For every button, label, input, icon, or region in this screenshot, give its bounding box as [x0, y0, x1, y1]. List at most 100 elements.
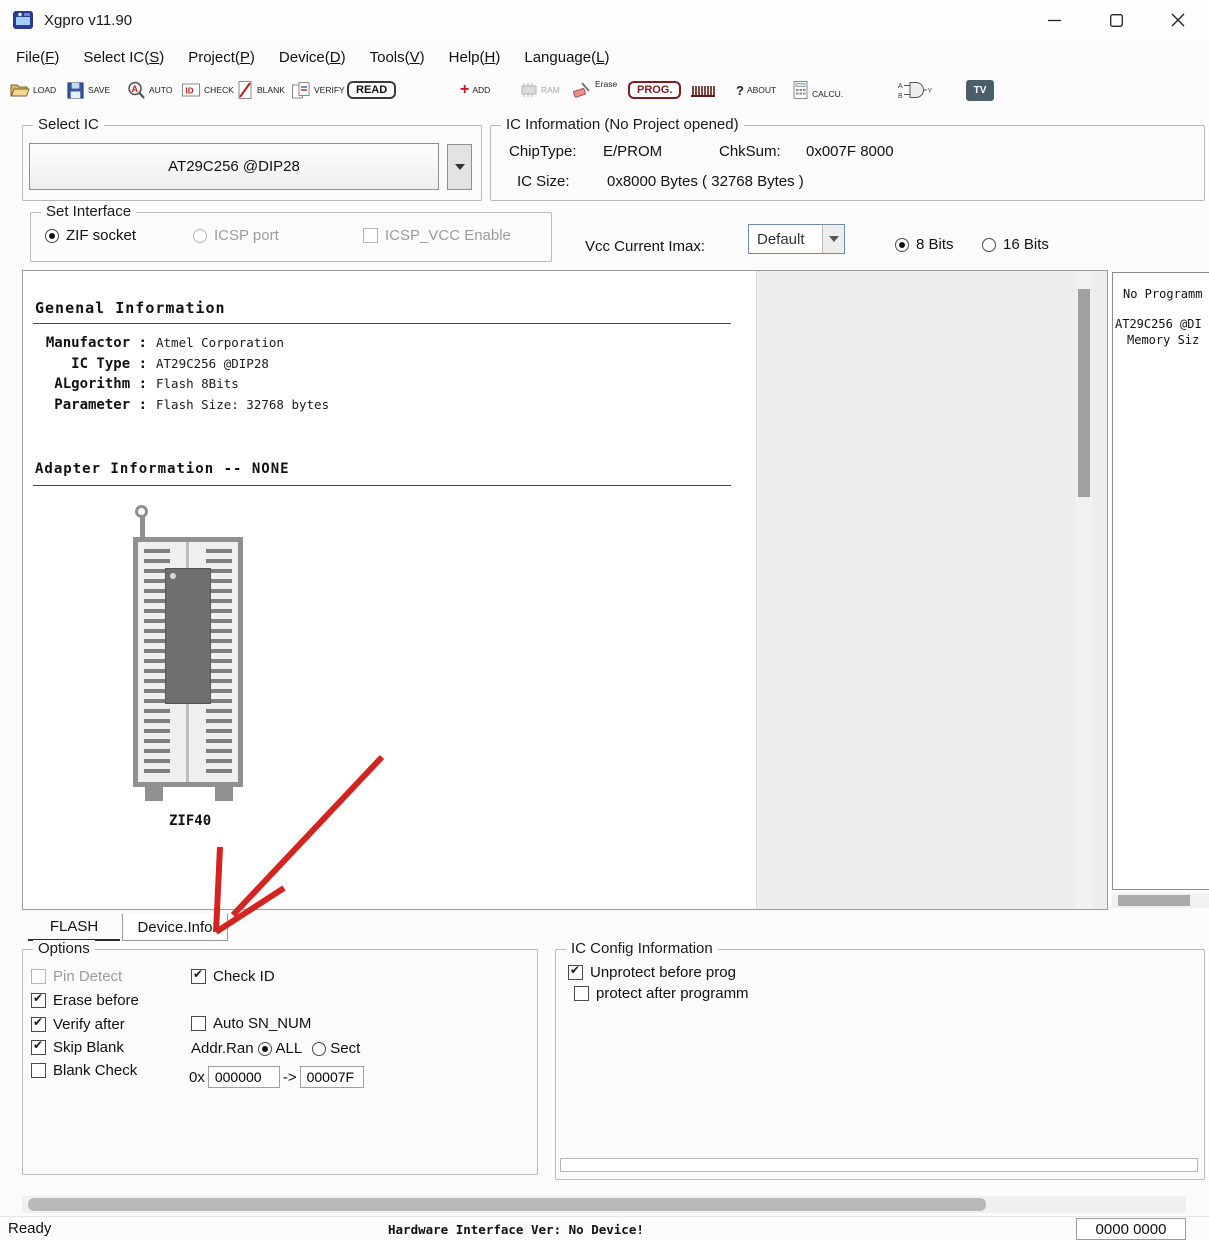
menubar: File(F) Select IC(S) Project(P) Device(D…	[0, 40, 1209, 74]
toolbar: LOAD SAVE A AUTO ID CHECK BLANK VERIFY R…	[0, 74, 1209, 106]
minimize-button[interactable]	[1023, 0, 1085, 40]
tv-button[interactable]: TV	[966, 77, 994, 103]
tab-flash[interactable]: FLASH	[28, 914, 120, 941]
range-start-input[interactable]	[208, 1066, 280, 1088]
checkbox-icon	[568, 965, 583, 980]
check-id-button[interactable]: ID CHECK	[181, 77, 234, 103]
ic-config-scrollbar[interactable]	[560, 1158, 1198, 1172]
bits-16-radio[interactable]: 16 Bits	[982, 236, 1049, 253]
question-icon: ?	[736, 83, 744, 98]
scrollbar-thumb[interactable]	[28, 1198, 986, 1211]
menu-file[interactable]: File(F)	[4, 45, 71, 70]
addr-all-radio[interactable]	[258, 1042, 272, 1056]
svg-text:ID: ID	[186, 87, 194, 96]
auto-icon: A	[126, 80, 146, 100]
icsp-port-radio: ICSP port	[193, 227, 279, 244]
menu-project[interactable]: Project(P)	[176, 45, 267, 70]
erase-before-checkbox[interactable]: Erase before	[31, 992, 139, 1009]
programmer-info-panel: No Programm AT29C256 @DI Memory Siz	[1112, 272, 1209, 890]
chiptype-label: ChipType:	[509, 143, 577, 160]
logic-test-button[interactable]: AB Y	[898, 77, 932, 103]
radio-icon	[895, 238, 909, 252]
protect-after-checkbox[interactable]: protect after programm	[574, 985, 749, 1002]
range-end-input[interactable]	[300, 1066, 364, 1088]
eraser-icon	[572, 80, 592, 100]
general-info-title: Genenal Information	[35, 299, 226, 317]
add-button[interactable]: + ADD	[460, 77, 490, 103]
info-row: Manufactor :Atmel Corporation	[35, 335, 329, 356]
info-panel-secondary-area	[756, 271, 1107, 909]
unprotect-before-checkbox[interactable]: Unprotect before prog	[568, 964, 736, 981]
floppy-icon	[66, 81, 85, 100]
tv-icon: TV	[966, 80, 994, 101]
open-folder-icon	[10, 80, 30, 100]
divider	[33, 485, 731, 486]
menu-select-ic[interactable]: Select IC(S)	[71, 45, 176, 70]
auto-button[interactable]: A AUTO	[126, 77, 172, 103]
svg-text:Y: Y	[928, 88, 933, 95]
scrollbar-thumb[interactable]	[1078, 289, 1090, 497]
addr-range-label: Addr.Ran	[191, 1040, 254, 1057]
save-button[interactable]: SAVE	[66, 77, 110, 103]
inserted-chip	[165, 568, 211, 704]
info-row: ALgorithm :Flash 8Bits	[35, 376, 329, 397]
addr-sect-radio[interactable]	[312, 1042, 326, 1056]
checkbox-icon	[31, 993, 46, 1008]
skip-blank-checkbox[interactable]: Skip Blank	[31, 1039, 124, 1056]
adapter-info-title: Adapter Information -- NONE	[35, 461, 290, 477]
blank-check-checkbox[interactable]: Blank Check	[31, 1062, 137, 1079]
ram-button: RAM	[520, 77, 560, 103]
menu-help[interactable]: Help(H)	[437, 45, 513, 70]
info-panel-scrollbar[interactable]	[1076, 271, 1092, 909]
verify-after-checkbox[interactable]: Verify after	[31, 1016, 125, 1033]
app-icon	[12, 9, 34, 31]
addr-range-row: Addr.Ran ALL Sect	[191, 1040, 360, 1057]
erase-button[interactable]: Erase	[572, 77, 617, 103]
menu-tools[interactable]: Tools(V)	[358, 45, 437, 70]
blank-button[interactable]: BLANK	[236, 77, 285, 103]
calcu-button[interactable]: CALCU.	[792, 77, 843, 103]
load-button[interactable]: LOAD	[10, 77, 56, 103]
tab-device-info[interactable]: Device.Info	[122, 914, 228, 941]
maximize-button[interactable]	[1085, 0, 1147, 40]
programmer-panel-scrollbar[interactable]	[1112, 893, 1209, 908]
range-arrow-label: ->	[283, 1069, 297, 1086]
auto-sn-checkbox[interactable]: Auto SN_NUM	[191, 1015, 311, 1032]
svg-text:B: B	[898, 93, 903, 100]
app-window: Xgpro v11.90 File(F) Select IC(S) Projec…	[0, 0, 1209, 1240]
ic-test-button[interactable]	[690, 77, 716, 103]
ic-info-group: IC Information (No Project opened) ChipT…	[490, 125, 1205, 201]
checkbox-icon	[191, 1016, 206, 1031]
checkbox-icon	[574, 986, 589, 1001]
icsize-label: IC Size:	[517, 173, 570, 190]
close-button[interactable]	[1147, 0, 1209, 40]
scrollbar-thumb[interactable]	[1118, 895, 1190, 906]
ic-select-dropdown-button[interactable]	[447, 144, 472, 190]
vcc-dropdown-button[interactable]	[822, 225, 844, 253]
ic-config-legend: IC Config Information	[566, 940, 718, 957]
menu-language[interactable]: Language(L)	[512, 45, 621, 70]
addr-range-inputs-row: 0x ->	[189, 1066, 364, 1088]
bits-8-radio[interactable]: 8 Bits	[895, 236, 954, 253]
verify-button[interactable]: VERIFY	[291, 77, 345, 103]
prog-button[interactable]: PROG.	[628, 77, 681, 103]
ic-select-combo[interactable]: AT29C256 @DIP28	[29, 143, 439, 190]
chksum-value: 0x007F 8000	[806, 143, 894, 160]
vcc-imax-combo[interactable]: Default	[748, 224, 845, 254]
read-button[interactable]: READ	[347, 77, 396, 103]
close-icon	[1171, 13, 1185, 27]
set-interface-legend: Set Interface	[41, 203, 136, 220]
icsp-vcc-checkbox: ICSP_VCC Enable	[363, 227, 511, 244]
menu-device[interactable]: Device(D)	[267, 45, 358, 70]
check-id-checkbox[interactable]: Check ID	[191, 968, 275, 985]
checkbox-icon	[31, 1063, 46, 1078]
general-info-rows: Manufactor :Atmel Corporation IC Type :A…	[35, 335, 329, 417]
svg-text:A: A	[898, 83, 903, 90]
statusbar: Ready Hardware Interface Ver: No Device!…	[0, 1216, 1209, 1240]
hex-prefix-label: 0x	[189, 1069, 205, 1086]
about-button[interactable]: ? ABOUT	[736, 77, 776, 103]
bottom-scrollbar[interactable]	[22, 1196, 1186, 1213]
zif-socket-radio[interactable]: ZIF socket	[45, 227, 136, 244]
logic-gate-icon: AB Y	[898, 79, 932, 101]
pin-detect-checkbox: Pin Detect	[31, 968, 122, 985]
